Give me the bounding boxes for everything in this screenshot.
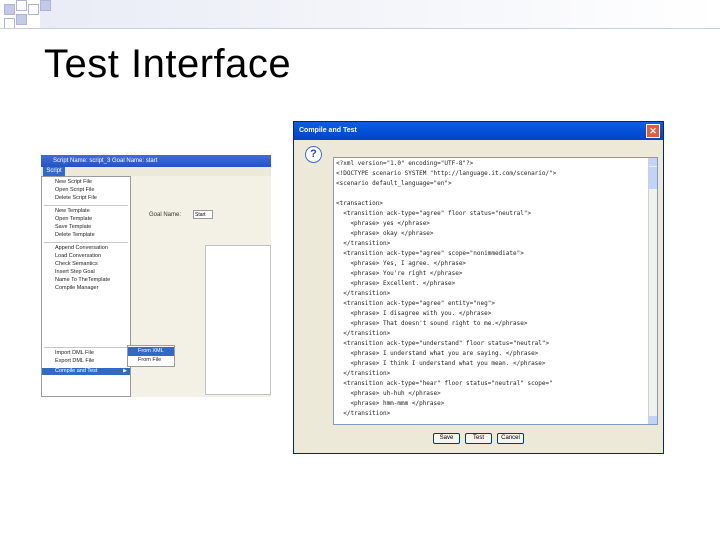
scroll-thumb[interactable] xyxy=(649,167,657,189)
code-line: </transition> xyxy=(336,410,391,417)
slide-header-band xyxy=(40,0,720,28)
code-line: <phrase> hmm-mmm </phrase> xyxy=(336,400,445,407)
code-line: <phrase> okay </phrase> xyxy=(336,230,434,237)
menu-separator xyxy=(44,205,128,206)
decor-square xyxy=(28,4,39,15)
code-line: <!DOCTYPE scenario SYSTEM "http://langua… xyxy=(336,170,557,177)
code-line: <phrase> I understand what you are sayin… xyxy=(336,350,539,357)
menu-item[interactable]: Insert Step Goal xyxy=(42,269,130,276)
page-title: Test Interface xyxy=(44,42,292,86)
menu-item[interactable]: New Template xyxy=(42,208,130,215)
code-line: <?xml version="1.0" encoding="UTF-8"?> xyxy=(336,160,474,167)
menu-item[interactable]: Delete Script File xyxy=(42,195,130,202)
cancel-button[interactable]: Cancel xyxy=(497,433,524,444)
window-titlebar: Script Name: script_3 Goal Name: start xyxy=(41,155,271,167)
decor-square xyxy=(40,0,51,11)
menu-separator xyxy=(44,242,128,243)
menu-item[interactable]: Check Semantics xyxy=(42,261,130,268)
compile-and-test-dialog: Compile and Test ✕ ? <?xml version="1.0"… xyxy=(293,121,664,454)
vertical-scrollbar[interactable] xyxy=(648,158,657,424)
code-line: </transition> xyxy=(336,290,391,297)
code-line: <phrase> Yes, I agree. </phrase> xyxy=(336,260,467,267)
menu-item[interactable]: Export DML File xyxy=(42,358,130,365)
script-menu-dropdown: New Script File Open Script File Delete … xyxy=(41,176,131,397)
header-divider xyxy=(0,28,720,29)
decor-square xyxy=(16,0,27,11)
scroll-up-icon[interactable] xyxy=(649,158,657,166)
code-line: <transition ack-type="agree" entity="neg… xyxy=(336,300,495,307)
code-line: <scenario default_language="en"> xyxy=(336,180,452,187)
submenu-item-from-xml[interactable]: From XML xyxy=(128,347,174,356)
code-line: <phrase> That doesn't sound right to me.… xyxy=(336,320,528,327)
menu-screenshot: Script Name: script_3 Goal Name: start S… xyxy=(41,155,271,397)
close-icon[interactable]: ✕ xyxy=(646,124,660,138)
menu-item[interactable]: Delete Template xyxy=(42,232,130,239)
code-line: <transition ack-type="agree" scope="noni… xyxy=(336,250,524,257)
save-button[interactable]: Save xyxy=(433,433,460,444)
menu-item-compile-and-test[interactable]: Compile and Test ▶ xyxy=(42,368,130,375)
decor-square xyxy=(16,14,27,25)
code-line: <transition ack-type="agree" floor statu… xyxy=(336,210,532,217)
test-button[interactable]: Test xyxy=(465,433,492,444)
code-line: <phrase> I think I understand what you m… xyxy=(336,360,546,367)
goal-name-field[interactable]: Start xyxy=(193,210,213,219)
code-line: </transition> xyxy=(336,370,391,377)
compile-submenu: From XML From File xyxy=(127,345,175,367)
code-line: </transition> xyxy=(336,330,391,337)
code-line: </transition> xyxy=(336,240,391,247)
submenu-arrow-icon: ▶ xyxy=(123,368,127,374)
menu-item[interactable]: New Script File xyxy=(42,179,130,186)
menu-script[interactable]: Script xyxy=(43,167,65,176)
menu-item[interactable]: Compile Manager xyxy=(42,285,130,292)
menu-item[interactable]: Import DML File xyxy=(42,350,130,357)
question-icon: ? xyxy=(305,146,322,163)
menu-item[interactable]: Append Conversation xyxy=(42,245,130,252)
dialog-title: Compile and Test xyxy=(294,122,663,140)
code-line: <phrase> yes </phrase> xyxy=(336,220,430,227)
decor-square xyxy=(4,4,15,15)
xml-code-textarea[interactable]: <?xml version="1.0" encoding="UTF-8"?> <!… xyxy=(333,157,658,425)
code-line: <transition ack-type="understand" floor … xyxy=(336,340,550,347)
submenu-item-from-file[interactable]: From File xyxy=(128,356,174,365)
side-panel xyxy=(205,245,271,395)
code-line: <phrase> uh-huh </phrase> xyxy=(336,390,441,397)
code-line: <phrase> Excellent. </phrase> xyxy=(336,280,456,287)
code-line: <transaction> xyxy=(336,200,383,207)
menu-item[interactable]: Open Script File xyxy=(42,187,130,194)
code-line: <transition ack-type="hear" floor status… xyxy=(336,380,553,387)
menu-item[interactable]: Load Conversation xyxy=(42,253,130,260)
goal-name-label: Goal Name: xyxy=(149,212,182,218)
menu-item[interactable]: Name To TheTemplate xyxy=(42,277,130,284)
menu-item[interactable]: Save Template xyxy=(42,224,130,231)
menu-item[interactable]: Open Template xyxy=(42,216,130,223)
menu-separator xyxy=(44,347,128,348)
code-line: <phrase> You're right </phrase> xyxy=(336,270,463,277)
code-line: <phrase> I disagree with you. </phrase> xyxy=(336,310,492,317)
scroll-down-icon[interactable] xyxy=(649,416,657,424)
menu-item-label: Compile and Test xyxy=(55,368,98,374)
